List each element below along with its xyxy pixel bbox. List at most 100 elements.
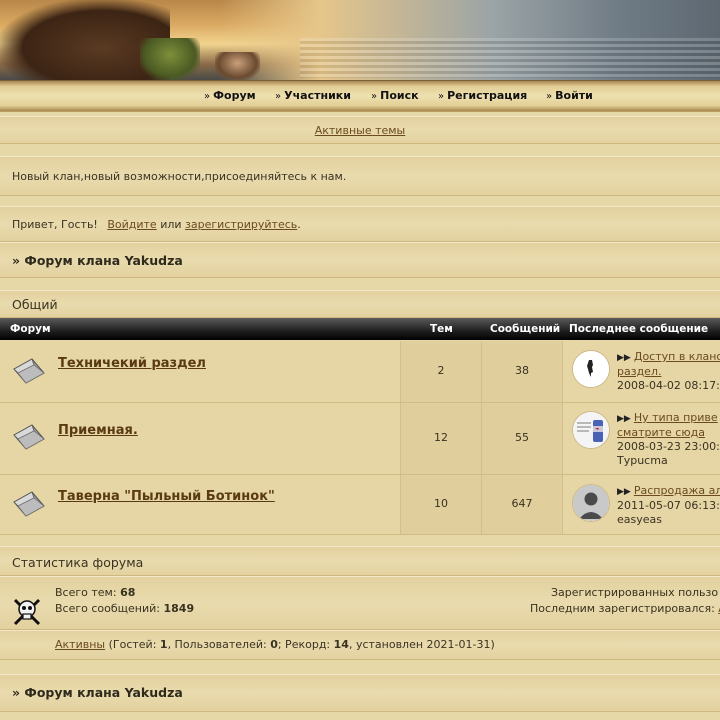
login-link[interactable]: Войдите (107, 218, 156, 231)
nav-forum[interactable]: » Форум (204, 89, 256, 102)
topics-cell: 12 (401, 403, 482, 474)
last-post-date: 2011-05-07 06:13: (617, 499, 720, 512)
forum-link[interactable]: Таверна "Пыльный Ботинок" (58, 489, 275, 504)
topics-count: 12 (434, 431, 448, 444)
posts-count: 647 (511, 497, 533, 510)
envelope-icon (13, 358, 45, 384)
last-post-cell: ▶▶ Распродажа ал 2011-05-07 06:13: easyea… (563, 475, 720, 534)
header-banner (0, 0, 720, 80)
registered-users-text: Зарегистрированных пользо (551, 586, 719, 599)
total-posts-value: 1849 (163, 602, 195, 615)
posts-cell: 647 (482, 475, 563, 534)
record-count: 14 (333, 638, 349, 651)
category-title: Общий (12, 297, 58, 312)
posts-count: 55 (515, 431, 529, 444)
nav-members[interactable]: » Участники (275, 89, 351, 102)
topics-count: 2 (437, 364, 445, 377)
envelope-icon (13, 491, 45, 517)
greeting-text: Привет, Гость! (12, 218, 98, 231)
forum-cell: Таверна "Пыльный Ботинок" (0, 475, 401, 534)
announcement-text: Новый клан,новый возможности,присоединяй… (12, 170, 347, 183)
avatar (572, 411, 610, 449)
last-topic-link-cont[interactable]: сматрите сюда (617, 426, 705, 439)
goto-post-icon[interactable]: ▶▶ (617, 414, 631, 424)
last-topic-link-cont[interactable]: раздел. (617, 365, 661, 378)
announcement-bar: Новый клан,новый возможности,присоединяй… (0, 156, 720, 196)
total-topics-value: 68 (120, 586, 136, 599)
header-forum: Форум (10, 323, 51, 335)
banner-human-figure (215, 52, 260, 80)
table-row: Таверна "Пыльный Ботинок" 10 647 ▶▶ Распр… (0, 475, 720, 535)
forum-link[interactable]: Приемная. (58, 423, 138, 438)
last-topic-link[interactable]: Доступ в клано (634, 350, 720, 363)
topics-cell: 2 (401, 341, 482, 402)
record-label: ; Рекорд: (277, 638, 331, 651)
last-post-date: 2008-03-23 23:00: (617, 440, 720, 453)
double-chevron-icon: » (204, 91, 211, 102)
guests-count: 1 (159, 638, 168, 651)
welcome-bar: Привет, Гость! Войдите или зарегистрируй… (0, 206, 720, 242)
nav-register[interactable]: » Регистрация (438, 89, 527, 102)
header-last-post: Последнее сообщение (569, 323, 709, 335)
register-link[interactable]: зарегистрируйтесь (185, 218, 297, 231)
stats-title: Статистика форума (12, 555, 144, 570)
board-title-bar: » Форум клана Yakudza (0, 242, 720, 278)
total-topics-label: Всего тем: (55, 586, 117, 599)
double-chevron-icon: » (275, 91, 282, 102)
main-nav: » Форум » Участники » Поиск » Регистрация » В… (0, 80, 720, 112)
banner-orc-figure (140, 38, 200, 80)
banner-stripes (300, 38, 720, 78)
forum-cell: Приемная. (0, 403, 401, 474)
default-user-icon (573, 485, 609, 521)
forum-table-header: Форум Тем Сообщений Последнее сообщение (0, 318, 720, 340)
period-text: . (297, 218, 301, 231)
total-posts-label: Всего сообщений: (55, 602, 160, 615)
topics-cell: 10 (401, 475, 482, 534)
last-post-date: 2008-04-02 08:17: (617, 379, 720, 392)
header-topics: Тем (430, 323, 453, 335)
last-topic-link[interactable]: Ну типа приве (634, 411, 718, 424)
active-topics-bar: Активные темы (0, 116, 720, 144)
last-topic-link[interactable]: Распродажа ал (634, 484, 720, 497)
topics-count: 10 (434, 497, 448, 510)
table-row: Приемная. 12 55 ▶▶ Ну типа приве сматрите… (0, 403, 720, 475)
posts-count: 38 (515, 364, 529, 377)
forum-cell: Техничекий раздел (0, 341, 401, 402)
footer-title-bar: » Форум клана Yakudza (0, 674, 720, 712)
stats-body: Всего тем: 68 Всего сообщений: 1849 Заре… (0, 576, 720, 630)
header-posts: Сообщений (490, 323, 561, 335)
last-post-info: ▶▶ Ну типа приве сматрите сюда 2008-03-23… (617, 411, 720, 468)
forum-link[interactable]: Техничекий раздел (58, 356, 206, 371)
online-stats-bar: Активны (Гостей: 1, Пользователей: 0; Ре… (0, 630, 720, 660)
users-count: 0 (270, 638, 278, 651)
redbull-can-icon (573, 412, 609, 448)
skull-crossbones-icon (13, 598, 41, 626)
active-topics-link[interactable]: Активные темы (315, 124, 406, 137)
double-chevron-icon: » (546, 91, 553, 102)
avatar (572, 350, 610, 388)
last-registered-label: Последним зарегистрировался: (530, 602, 715, 615)
last-post-cell: ▶▶ Ну типа приве сматрите сюда 2008-03-23… (563, 403, 720, 474)
double-chevron-icon: » (438, 91, 445, 102)
or-text: или (160, 218, 182, 231)
category-bar: Общий (0, 290, 720, 318)
goto-post-icon[interactable]: ▶▶ (617, 353, 631, 363)
footer-board-title: » Форум клана Yakudza (12, 685, 183, 700)
last-post-author: Турucma (617, 454, 668, 467)
table-row: Техничекий раздел 2 38 ▶▶ Доступ в клано … (0, 341, 720, 403)
envelope-icon (13, 424, 45, 450)
last-post-info: ▶▶ Доступ в клано раздел. 2008-04-02 08:1… (617, 350, 720, 393)
double-chevron-icon: » (371, 91, 378, 102)
nav-search[interactable]: » Поиск (371, 89, 419, 102)
posts-cell: 38 (482, 341, 563, 402)
nav-login[interactable]: » Войти (546, 89, 593, 102)
avatar (572, 484, 610, 522)
goto-post-icon[interactable]: ▶▶ (617, 487, 631, 497)
silhouette-icon (573, 351, 609, 387)
online-link[interactable]: Активны (55, 638, 105, 651)
last-post-info: ▶▶ Распродажа ал 2011-05-07 06:13: easyea… (617, 484, 720, 527)
users-label: , Пользователей: (167, 638, 267, 651)
posts-cell: 55 (482, 403, 563, 474)
last-post-cell: ▶▶ Доступ в клано раздел. 2008-04-02 08:1… (563, 341, 720, 402)
stats-title-bar: Статистика форума (0, 546, 720, 576)
